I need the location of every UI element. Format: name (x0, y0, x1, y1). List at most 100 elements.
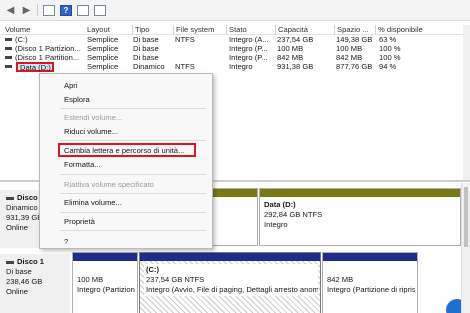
spazio-cell: 842 MB (336, 53, 363, 62)
drive-icon (5, 55, 12, 59)
partition-size: 842 MB (327, 275, 354, 284)
column-spazio[interactable]: Spazio ... (334, 25, 378, 35)
volume-name: Data (D:) (20, 63, 51, 72)
partition-status: Integro (Partizion (77, 285, 135, 294)
console-view-icon[interactable] (94, 4, 106, 16)
list-view-icon[interactable] (77, 4, 89, 16)
column-stato[interactable]: Stato (226, 25, 271, 35)
partition-size: 292,84 GB NTFS (264, 210, 323, 219)
partition-bar (323, 253, 417, 261)
layout-cell: Semplice (87, 62, 119, 71)
column-layout[interactable]: Layout (87, 25, 131, 35)
tipo-cell: Di base (133, 35, 159, 44)
stato-cell: Integro (A... (229, 35, 269, 44)
menu-item-esplora[interactable]: Esplora (64, 95, 90, 105)
drive-icon (5, 37, 12, 41)
column-file-system[interactable]: File system (173, 25, 223, 35)
volume-list: Volume Layout Tipo File system Stato Cap… (0, 25, 470, 72)
menu-item-proprieta[interactable]: Proprietà (64, 217, 95, 227)
table-row[interactable]: (Disco 1 Partizion... Semplice Di base I… (0, 44, 470, 53)
partition-size: 237,54 GB NTFS (146, 275, 205, 284)
spazio-cell: 100 MB (336, 44, 363, 53)
menu-item-estendi-volume: Estendi volume... (64, 113, 123, 122)
percent-cell: 100 % (379, 53, 401, 62)
partition-status: Integro (264, 220, 288, 229)
percent-cell: 94 % (379, 62, 397, 71)
tipo-cell: Di base (133, 44, 159, 53)
fs-cell: NTFS (175, 35, 195, 44)
disk-icon (6, 196, 14, 200)
partition-c[interactable]: (C:) 237,54 GB NTFS Integro (Avvio, File… (139, 252, 321, 313)
partition-recovery[interactable]: 842 MB Integro (Partizione di riprist (322, 252, 418, 313)
partition-bar (140, 253, 320, 261)
stato-cell: Integro (229, 62, 253, 71)
toolbar-separator (37, 4, 38, 16)
disk-type: Di base (6, 267, 32, 276)
menu-item-riduci-volume[interactable]: Riduci volume... (64, 127, 118, 137)
disk-icon (6, 260, 14, 264)
disk-status: Online (6, 287, 28, 296)
table-row-selected[interactable]: Data (D:) Semplice Dinamico NTFS Integro… (0, 62, 470, 72)
partition-efi[interactable]: 100 MB Integro (Partizion (72, 252, 138, 313)
scrollbar-thumb[interactable] (464, 187, 468, 247)
table-row[interactable]: (Disco 1 Partition... Semplice Di base I… (0, 53, 470, 62)
menu-item-apri[interactable]: Apri (64, 81, 78, 91)
partition-bar (260, 189, 460, 197)
partition-status: Integro (Partizione di riprist (327, 285, 415, 294)
selected-volume-highlight[interactable]: Data (D:) (16, 62, 54, 72)
capacita-cell: 100 MB (277, 44, 304, 53)
menu-item-formatta[interactable]: Formatta... (64, 160, 101, 170)
highlight-box (58, 143, 196, 157)
forward-arrow-icon[interactable]: ▶ (21, 5, 32, 16)
help-icon[interactable]: ? (60, 4, 72, 16)
table-row[interactable]: (C:) Semplice Di base NTFS Integro (A...… (0, 35, 470, 44)
drive-icon (5, 46, 12, 50)
menu-item-help[interactable]: ? (64, 237, 68, 247)
disk-name: Disco (17, 193, 38, 202)
back-arrow-icon[interactable]: ◀ (5, 5, 16, 16)
partition-title: (C:) (146, 265, 160, 274)
disk-name: Disco 1 (17, 257, 45, 266)
partition-status: Integro (Avvio, File di paging, Dettagli… (146, 285, 318, 294)
column-tipo[interactable]: Tipo (132, 25, 172, 35)
disk-map-scrollbar[interactable] (461, 183, 470, 313)
stato-cell: Integro (P... (229, 44, 268, 53)
volume-name: (C:) (15, 35, 28, 44)
percent-cell: 100 % (379, 44, 401, 53)
tipo-cell: Di base (133, 53, 159, 62)
fs-cell: NTFS (175, 62, 195, 71)
partition-size: 100 MB (77, 275, 104, 284)
volume-name: (Disco 1 Partition... (15, 53, 80, 62)
volume-list-scrollbar[interactable] (463, 25, 470, 180)
stato-cell: Integro (P... (229, 53, 268, 62)
capacita-cell: 931,38 GB (277, 62, 314, 71)
column-capacita[interactable]: Capacità (275, 25, 331, 35)
layout-cell: Semplice (87, 35, 119, 44)
percent-cell: 63 % (379, 35, 397, 44)
volume-list-header: Volume Layout Tipo File system Stato Cap… (0, 25, 470, 35)
volume-name: (Disco 1 Partizion... (15, 44, 81, 53)
menu-item-riattiva-volume: Riattiva volume specificato (64, 180, 154, 189)
disk-size: 238,46 GB (6, 277, 43, 286)
context-menu: Apri Esplora Estendi volume... Riduci vo… (39, 73, 213, 249)
column-percent[interactable]: % disponibile (375, 25, 425, 35)
layout-cell: Semplice (87, 53, 119, 62)
layout-cell: Semplice (87, 44, 119, 53)
partition-title: Data (D:) (264, 200, 296, 209)
partition-bar (73, 253, 137, 261)
menu-separator (60, 140, 206, 141)
menu-separator (60, 174, 206, 175)
menu-separator (60, 193, 206, 194)
spazio-cell: 149,38 GB (336, 35, 373, 44)
capacita-cell: 237,54 GB (277, 35, 314, 44)
capacita-cell: 842 MB (277, 53, 304, 62)
properties-icon[interactable] (43, 4, 55, 16)
menu-separator (60, 212, 206, 213)
drive-icon (5, 64, 12, 68)
disk-1-label[interactable]: Disco 1 Di base 238,46 GB Online (0, 254, 70, 313)
menu-separator (60, 108, 206, 109)
partition-data-d[interactable]: Data (D:) 292,84 GB NTFS Integro (259, 188, 461, 246)
menu-separator (60, 230, 206, 231)
tipo-cell: Dinamico (133, 62, 165, 71)
menu-item-elimina-volume[interactable]: Elimina volume... (64, 198, 122, 208)
